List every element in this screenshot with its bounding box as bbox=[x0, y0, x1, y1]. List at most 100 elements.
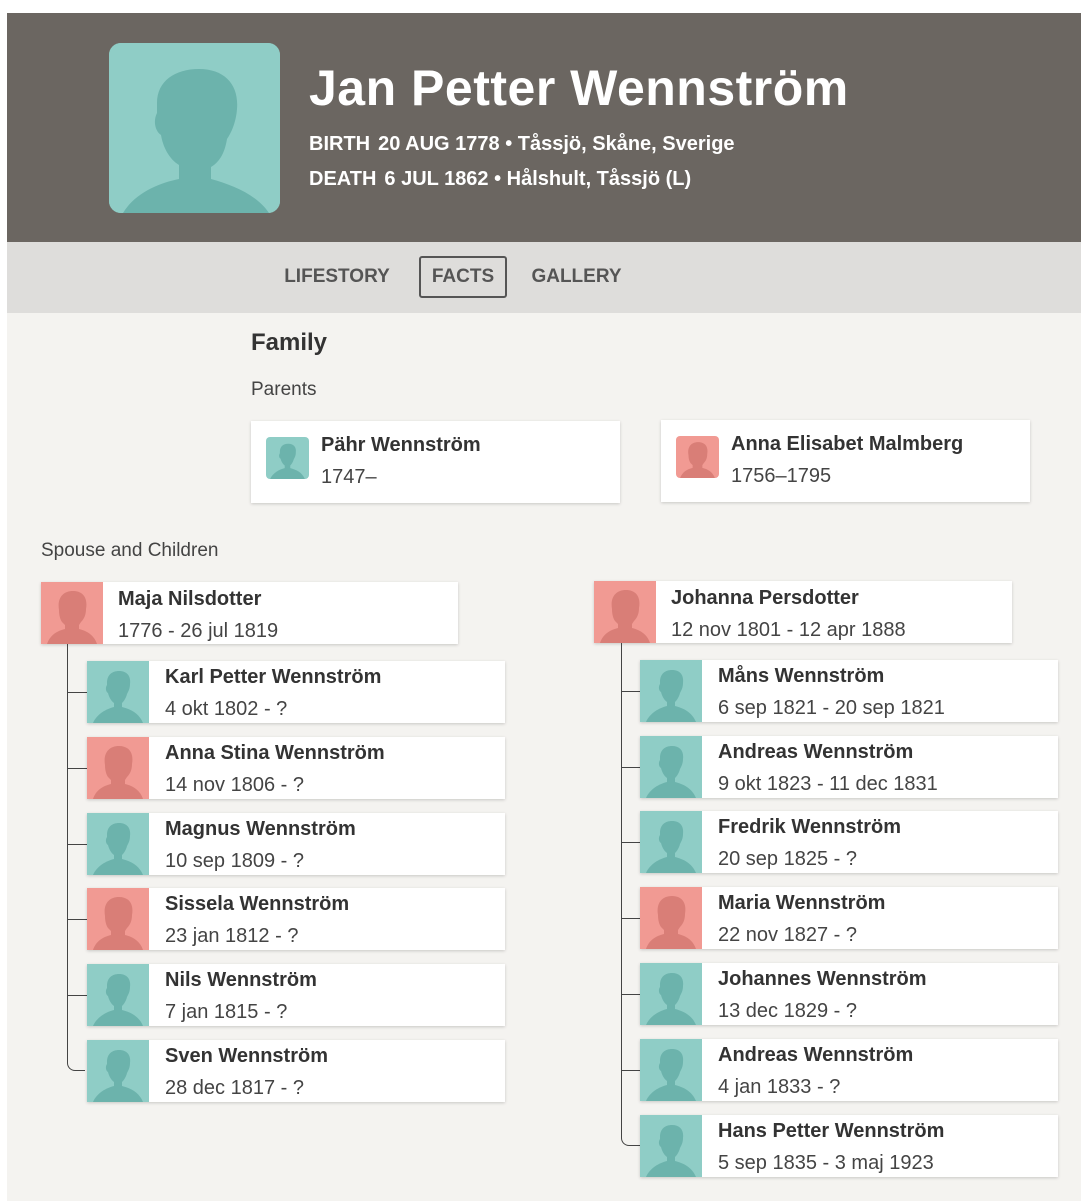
child-avatar bbox=[87, 964, 149, 1026]
birth-label: BIRTH bbox=[309, 133, 371, 155]
parent-dates: 1747– bbox=[321, 466, 377, 488]
male-silhouette-icon bbox=[640, 963, 702, 1025]
tree-connector bbox=[622, 918, 640, 919]
parent-name: Anna Elisabet Malmberg bbox=[731, 433, 964, 455]
tree-connector bbox=[622, 994, 640, 995]
child-card[interactable]: Andreas Wennström 4 jan 1833 - ? bbox=[640, 1039, 1058, 1101]
tree-connector bbox=[68, 768, 87, 769]
spouse-card[interactable]: Johanna Persdotter 12 nov 1801 - 12 apr … bbox=[594, 581, 1012, 643]
child-name: Nils Wennström bbox=[165, 969, 317, 991]
tree-connector bbox=[622, 842, 640, 843]
child-name: Måns Wennström bbox=[718, 665, 885, 687]
child-dates: 6 sep 1821 - 20 sep 1821 bbox=[718, 697, 945, 719]
child-card[interactable]: Nils Wennström 7 jan 1815 - ? bbox=[87, 964, 505, 1026]
child-card[interactable]: Hans Petter Wennström 5 sep 1835 - 3 maj… bbox=[640, 1115, 1058, 1177]
spouse-card[interactable]: Maja Nilsdotter 1776 - 26 jul 1819 bbox=[41, 582, 458, 644]
person-name: Jan Petter Wennström bbox=[309, 60, 849, 116]
birth-line: BIRTH 20 AUG 1778 • Tåssjö, Skåne, Sverig… bbox=[309, 134, 735, 154]
child-dates: 22 nov 1827 - ? bbox=[718, 924, 857, 946]
parents-heading: Parents bbox=[251, 379, 317, 400]
spouse-avatar bbox=[41, 582, 103, 644]
tree-connector bbox=[621, 1134, 640, 1146]
male-silhouette-icon bbox=[266, 437, 309, 479]
spouse-name: Johanna Persdotter bbox=[671, 587, 859, 609]
tree-connector bbox=[68, 995, 87, 996]
child-name: Sissela Wennström bbox=[165, 893, 350, 915]
female-silhouette-icon bbox=[676, 436, 719, 478]
child-card[interactable]: Fredrik Wennström 20 sep 1825 - ? bbox=[640, 811, 1058, 873]
male-silhouette-icon bbox=[87, 661, 149, 723]
family-heading: Family bbox=[251, 329, 328, 356]
tree-connector bbox=[68, 919, 87, 920]
child-card[interactable]: Magnus Wennström 10 sep 1809 - ? bbox=[87, 813, 505, 875]
child-dates: 4 okt 1802 - ? bbox=[165, 698, 288, 720]
child-name: Magnus Wennström bbox=[165, 818, 356, 840]
child-avatar bbox=[640, 660, 702, 722]
child-avatar bbox=[640, 963, 702, 1025]
child-name: Andreas Wennström bbox=[718, 741, 914, 763]
parent-card[interactable]: Pähr Wennström 1747– bbox=[251, 421, 620, 503]
child-card[interactable]: Sissela Wennström 23 jan 1812 - ? bbox=[87, 888, 505, 950]
child-avatar bbox=[87, 1040, 149, 1102]
child-name: Anna Stina Wennström bbox=[165, 742, 385, 764]
child-dates: 28 dec 1817 - ? bbox=[165, 1077, 304, 1099]
spouse-avatar bbox=[594, 581, 656, 643]
tree-connector bbox=[68, 844, 87, 845]
child-dates: 9 okt 1823 - 11 dec 1831 bbox=[718, 773, 938, 795]
male-silhouette-icon bbox=[109, 43, 280, 213]
male-silhouette-icon bbox=[87, 1040, 149, 1102]
child-name: Karl Petter Wennström bbox=[165, 666, 382, 688]
child-dates: 7 jan 1815 - ? bbox=[165, 1001, 288, 1023]
child-avatar bbox=[87, 888, 149, 950]
spouse-dates: 12 nov 1801 - 12 apr 1888 bbox=[671, 619, 906, 641]
child-card[interactable]: Måns Wennström 6 sep 1821 - 20 sep 1821 bbox=[640, 660, 1058, 722]
child-name: Johannes Wennström bbox=[718, 968, 927, 990]
male-silhouette-icon bbox=[640, 1039, 702, 1101]
child-avatar bbox=[640, 887, 702, 949]
tab-facts[interactable]: FACTS bbox=[419, 256, 507, 298]
tree-connector bbox=[67, 644, 68, 1063]
person-avatar[interactable] bbox=[109, 43, 280, 213]
child-avatar bbox=[87, 737, 149, 799]
child-name: Fredrik Wennström bbox=[718, 816, 901, 838]
female-silhouette-icon bbox=[640, 887, 702, 949]
tree-connector bbox=[67, 1059, 85, 1071]
tab-gallery[interactable]: GALLERY bbox=[523, 256, 630, 298]
child-name: Andreas Wennström bbox=[718, 1044, 914, 1066]
tab-lifestory[interactable]: LIFESTORY bbox=[275, 256, 399, 298]
child-avatar bbox=[640, 736, 702, 798]
male-silhouette-icon bbox=[640, 660, 702, 722]
spouse-dates: 1776 - 26 jul 1819 bbox=[118, 620, 279, 642]
child-card[interactable]: Sven Wennström 28 dec 1817 - ? bbox=[87, 1040, 505, 1102]
death-label: DEATH bbox=[309, 168, 377, 190]
tab-bar: LIFESTORY FACTS GALLERY bbox=[7, 242, 1081, 313]
child-avatar bbox=[87, 813, 149, 875]
child-dates: 10 sep 1809 - ? bbox=[165, 850, 304, 872]
death-line: DEATH 6 JUL 1862 • Hålshult, Tåssjö (L) bbox=[309, 169, 691, 189]
female-silhouette-icon bbox=[87, 888, 149, 950]
child-dates: 20 sep 1825 - ? bbox=[718, 848, 857, 870]
tree-connector bbox=[622, 691, 640, 692]
parent-name: Pähr Wennström bbox=[321, 434, 481, 456]
child-dates: 23 jan 1812 - ? bbox=[165, 925, 299, 947]
birth-value: 20 AUG 1778 • Tåssjö, Skåne, Sverige bbox=[378, 133, 735, 155]
spouse-name: Maja Nilsdotter bbox=[118, 588, 262, 610]
parent-avatar bbox=[676, 436, 719, 478]
child-dates: 13 dec 1829 - ? bbox=[718, 1000, 857, 1022]
child-card[interactable]: Maria Wennström 22 nov 1827 - ? bbox=[640, 887, 1058, 949]
child-avatar bbox=[640, 811, 702, 873]
female-silhouette-icon bbox=[41, 582, 103, 644]
child-card[interactable]: Karl Petter Wennström 4 okt 1802 - ? bbox=[87, 661, 505, 723]
parent-card[interactable]: Anna Elisabet Malmberg 1756–1795 bbox=[661, 420, 1030, 502]
child-name: Hans Petter Wennström bbox=[718, 1120, 945, 1142]
death-value: 6 JUL 1862 • Hålshult, Tåssjö (L) bbox=[384, 168, 692, 190]
spouse-children-heading: Spouse and Children bbox=[41, 540, 219, 561]
child-card[interactable]: Anna Stina Wennström 14 nov 1806 - ? bbox=[87, 737, 505, 799]
child-card[interactable]: Andreas Wennström 9 okt 1823 - 11 dec 18… bbox=[640, 736, 1058, 798]
male-silhouette-icon bbox=[640, 736, 702, 798]
child-card[interactable]: Johannes Wennström 13 dec 1829 - ? bbox=[640, 963, 1058, 1025]
tree-connector bbox=[622, 1070, 640, 1071]
child-name: Maria Wennström bbox=[718, 892, 886, 914]
tree-connector bbox=[621, 643, 622, 1135]
parent-dates: 1756–1795 bbox=[731, 465, 832, 487]
